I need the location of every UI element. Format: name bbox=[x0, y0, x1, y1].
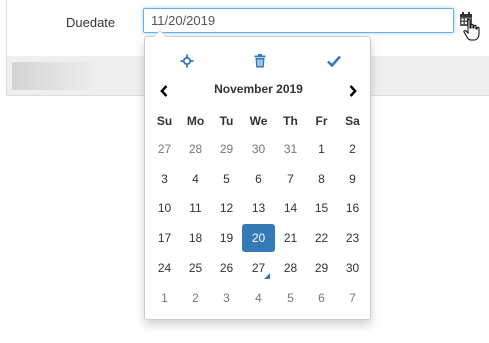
day-cell[interactable]: 8 bbox=[306, 164, 337, 194]
day-cell[interactable]: 7 bbox=[337, 283, 368, 313]
day-cell[interactable]: 11 bbox=[180, 194, 211, 224]
day-cell[interactable]: 2 bbox=[337, 134, 368, 164]
close-check-icon bbox=[327, 55, 341, 67]
datepicker-popup: November 2019 Su Mo Tu We Th Fr Sa 27 28 29 30 31 1… bbox=[144, 30, 371, 320]
day-cell[interactable]: 10 bbox=[149, 194, 180, 224]
day-cell[interactable]: 5 bbox=[211, 164, 242, 194]
calendar-week-row: 1234567 bbox=[149, 283, 368, 313]
day-cell[interactable]: 4 bbox=[242, 283, 275, 313]
day-cell[interactable]: 27 bbox=[149, 134, 180, 164]
day-cell[interactable]: 1 bbox=[149, 283, 180, 313]
duedate-input[interactable] bbox=[143, 8, 454, 33]
close-button[interactable] bbox=[322, 51, 346, 71]
day-cell[interactable]: 6 bbox=[242, 164, 275, 194]
selected-day-label: 20 bbox=[242, 224, 275, 253]
picker-toolbar bbox=[145, 51, 370, 71]
calendar-week-row: 3456789 bbox=[149, 164, 368, 194]
day-cell[interactable]: 18 bbox=[180, 223, 211, 253]
day-cell[interactable]: 13 bbox=[242, 194, 275, 224]
weekday-header: Fr bbox=[315, 113, 328, 128]
clear-trash-icon bbox=[254, 54, 266, 68]
day-cell[interactable]: 24 bbox=[149, 253, 180, 283]
hand-cursor-icon bbox=[463, 18, 480, 41]
day-cell[interactable]: 17 bbox=[149, 223, 180, 253]
calendar-week-row: 17 18 19 20 21 22 23 bbox=[149, 223, 368, 253]
chevron-left-icon bbox=[160, 85, 168, 97]
day-cell[interactable]: 21 bbox=[275, 223, 306, 253]
calendar-week-row: 24 25 26 27 28 29 30 bbox=[149, 253, 368, 283]
today-button[interactable] bbox=[175, 51, 199, 71]
day-cell[interactable]: 19 bbox=[211, 223, 242, 253]
day-cell[interactable]: 5 bbox=[275, 283, 306, 313]
today-crosshair-icon bbox=[180, 54, 194, 68]
weekday-header: Sa bbox=[345, 113, 360, 128]
day-cell[interactable]: 29 bbox=[211, 134, 242, 164]
day-cell[interactable]: 4 bbox=[180, 164, 211, 194]
day-cell[interactable]: 31 bbox=[275, 134, 306, 164]
day-cell[interactable]: 14 bbox=[275, 194, 306, 224]
next-month-button[interactable] bbox=[344, 81, 362, 101]
weekday-header: Tu bbox=[219, 113, 234, 128]
day-cell[interactable]: 3 bbox=[211, 283, 242, 313]
weekday-header: Th bbox=[283, 113, 298, 128]
day-cell[interactable]: 30 bbox=[242, 134, 275, 164]
calendar-week-row: 10 11 12 13 14 15 16 bbox=[149, 194, 368, 224]
duedate-label: Duedate bbox=[66, 15, 116, 30]
day-cell[interactable]: 16 bbox=[337, 194, 368, 224]
day-cell[interactable]: 29 bbox=[306, 253, 337, 283]
day-cell[interactable]: 28 bbox=[275, 253, 306, 283]
day-cell[interactable]: 12 bbox=[211, 194, 242, 224]
day-cell[interactable]: 26 bbox=[211, 253, 242, 283]
day-cell[interactable]: 25 bbox=[180, 253, 211, 283]
month-title[interactable]: November 2019 bbox=[185, 82, 332, 96]
day-cell[interactable]: 2 bbox=[180, 283, 211, 313]
calendar-grid: Su Mo Tu We Th Fr Sa 27 28 29 30 31 1 2 3 4 5 6 7 8 9 10 11 12… bbox=[149, 107, 368, 313]
redacted-button[interactable] bbox=[12, 62, 93, 90]
prev-month-button[interactable] bbox=[155, 81, 173, 101]
chevron-right-icon bbox=[349, 85, 357, 97]
calendar-week-row: 27 28 29 30 31 1 2 bbox=[149, 134, 368, 164]
day-cell[interactable]: 1 bbox=[306, 134, 337, 164]
calendar-body: 27 28 29 30 31 1 2 3 4 5 6 7 8 9 10 11 12 13 14 15 16 17 18 19 2… bbox=[149, 134, 368, 313]
weekday-header: We bbox=[249, 113, 268, 128]
day-cell-selected[interactable]: 20 bbox=[242, 223, 275, 253]
day-cell-today[interactable]: 27 bbox=[242, 253, 275, 283]
weekday-header: Su bbox=[156, 113, 173, 128]
day-cell[interactable]: 3 bbox=[149, 164, 180, 194]
day-cell[interactable]: 9 bbox=[337, 164, 368, 194]
clear-button[interactable] bbox=[248, 51, 272, 71]
day-cell[interactable]: 22 bbox=[306, 223, 337, 253]
weekday-header: Mo bbox=[186, 113, 205, 128]
day-cell[interactable]: 7 bbox=[275, 164, 306, 194]
weekday-header-row: Su Mo Tu We Th Fr Sa bbox=[149, 107, 368, 134]
day-cell[interactable]: 23 bbox=[337, 223, 368, 253]
month-nav: November 2019 bbox=[145, 81, 370, 101]
day-cell[interactable]: 30 bbox=[337, 253, 368, 283]
day-cell[interactable]: 15 bbox=[306, 194, 337, 224]
day-cell[interactable]: 6 bbox=[306, 283, 337, 313]
day-cell[interactable]: 28 bbox=[180, 134, 211, 164]
